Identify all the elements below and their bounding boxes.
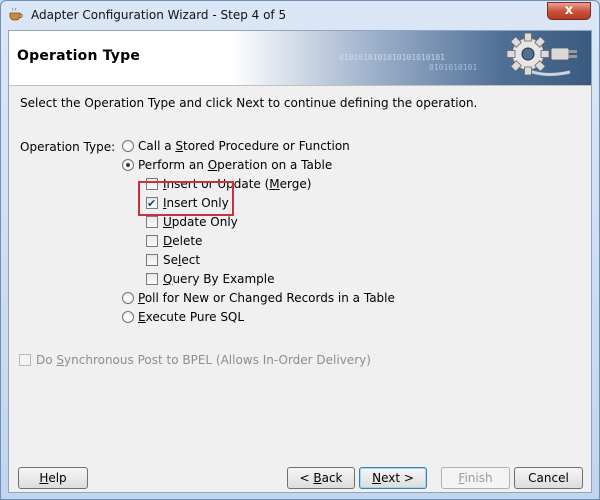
- close-button[interactable]: x: [547, 2, 591, 20]
- checkbox-indicator[interactable]: [146, 272, 158, 285]
- header-binary-text-2: 0101010101: [429, 63, 478, 72]
- checkbox-indicator[interactable]: [146, 253, 158, 266]
- operation-type-label: Operation Type:: [20, 140, 116, 154]
- radio-execute-pure-sql[interactable]: Execute Pure SQL: [122, 309, 244, 326]
- annotation-highlight-box: [138, 181, 234, 216]
- instructions-text: Select the Operation Type and click Next…: [20, 96, 478, 110]
- radio-indicator[interactable]: [122, 310, 134, 323]
- page-title: Operation Type: [17, 48, 141, 64]
- checkbox-synchronous-post[interactable]: Do Synchronous Post to BPEL (Allows In-O…: [19, 352, 371, 369]
- checkbox-indicator[interactable]: [146, 215, 158, 228]
- help-button[interactable]: Help: [18, 467, 88, 489]
- checkbox-indicator[interactable]: [146, 234, 158, 247]
- radio-poll-records[interactable]: Poll for New or Changed Records in a Tab…: [122, 290, 395, 307]
- checkbox-indicator-disabled[interactable]: [19, 353, 31, 366]
- coffee-cup-icon: [9, 7, 23, 21]
- checkbox-query-by-example[interactable]: Query By Example: [146, 271, 275, 288]
- checkbox-delete[interactable]: Delete: [146, 233, 202, 250]
- checkbox-select[interactable]: Select: [146, 252, 200, 269]
- gear-plug-icon: [506, 32, 577, 76]
- title-bar[interactable]: Adapter Configuration Wizard - Step 4 of…: [1, 1, 599, 29]
- radio-indicator[interactable]: [122, 139, 134, 152]
- wizard-client-area: 0101010101010101010101 0101010101 Operat…: [8, 30, 592, 493]
- finish-button[interactable]: Finish: [441, 467, 510, 489]
- window-title: Adapter Configuration Wizard - Step 4 of…: [31, 8, 287, 22]
- checkbox-update-only[interactable]: Update Only: [146, 214, 238, 231]
- radio-table-operation[interactable]: Perform an Operation on a Table: [122, 157, 332, 174]
- radio-indicator[interactable]: [122, 291, 134, 304]
- radio-stored-procedure[interactable]: Call a Stored Procedure or Function: [122, 138, 350, 155]
- next-button[interactable]: Next >: [359, 467, 427, 489]
- header-binary-text: 0101010101010101010101: [339, 53, 445, 62]
- wizard-window: Adapter Configuration Wizard - Step 4 of…: [0, 0, 600, 500]
- back-button[interactable]: < Back: [287, 467, 355, 489]
- radio-indicator-selected[interactable]: [122, 158, 134, 171]
- cancel-button[interactable]: Cancel: [514, 467, 583, 489]
- close-icon: x: [564, 3, 574, 18]
- wizard-header: 0101010101010101010101 0101010101 Operat…: [9, 31, 591, 86]
